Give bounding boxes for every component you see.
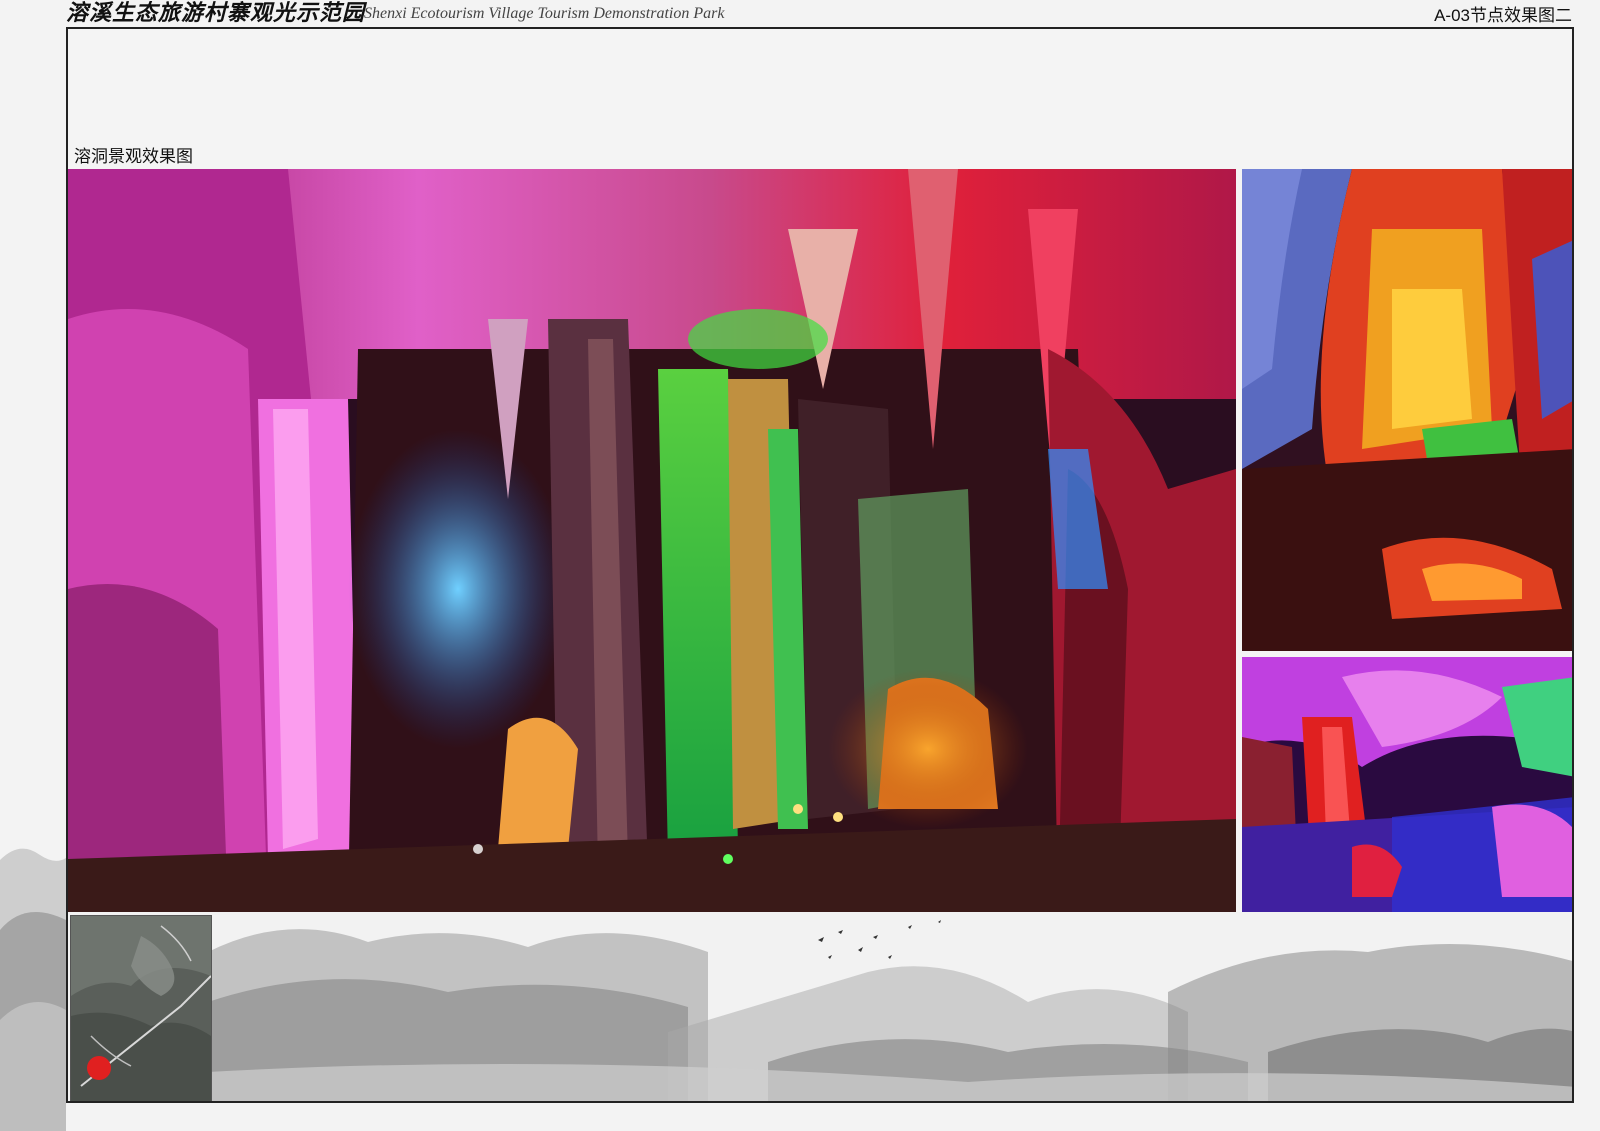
sheet-code: A-03节点效果图二	[1434, 6, 1572, 25]
location-marker	[87, 1056, 111, 1080]
location-map-inset	[70, 915, 212, 1101]
project-title-cn: 溶溪生态旅游村寨观光示范园	[66, 0, 366, 26]
ink-mountain-left-margin	[0, 848, 66, 1131]
ink-mountain-landscape	[68, 912, 1572, 1101]
side-cave-photo-orange	[1242, 169, 1572, 651]
section-title: 溶洞景观效果图	[74, 147, 193, 166]
project-title-en: Shenxi Ecotourism Village Tourism Demons…	[364, 5, 725, 22]
main-cave-photo	[68, 169, 1236, 912]
drawing-frame: 溶洞景观效果图	[66, 27, 1574, 1103]
side-cave-photo-purple	[1242, 657, 1572, 912]
